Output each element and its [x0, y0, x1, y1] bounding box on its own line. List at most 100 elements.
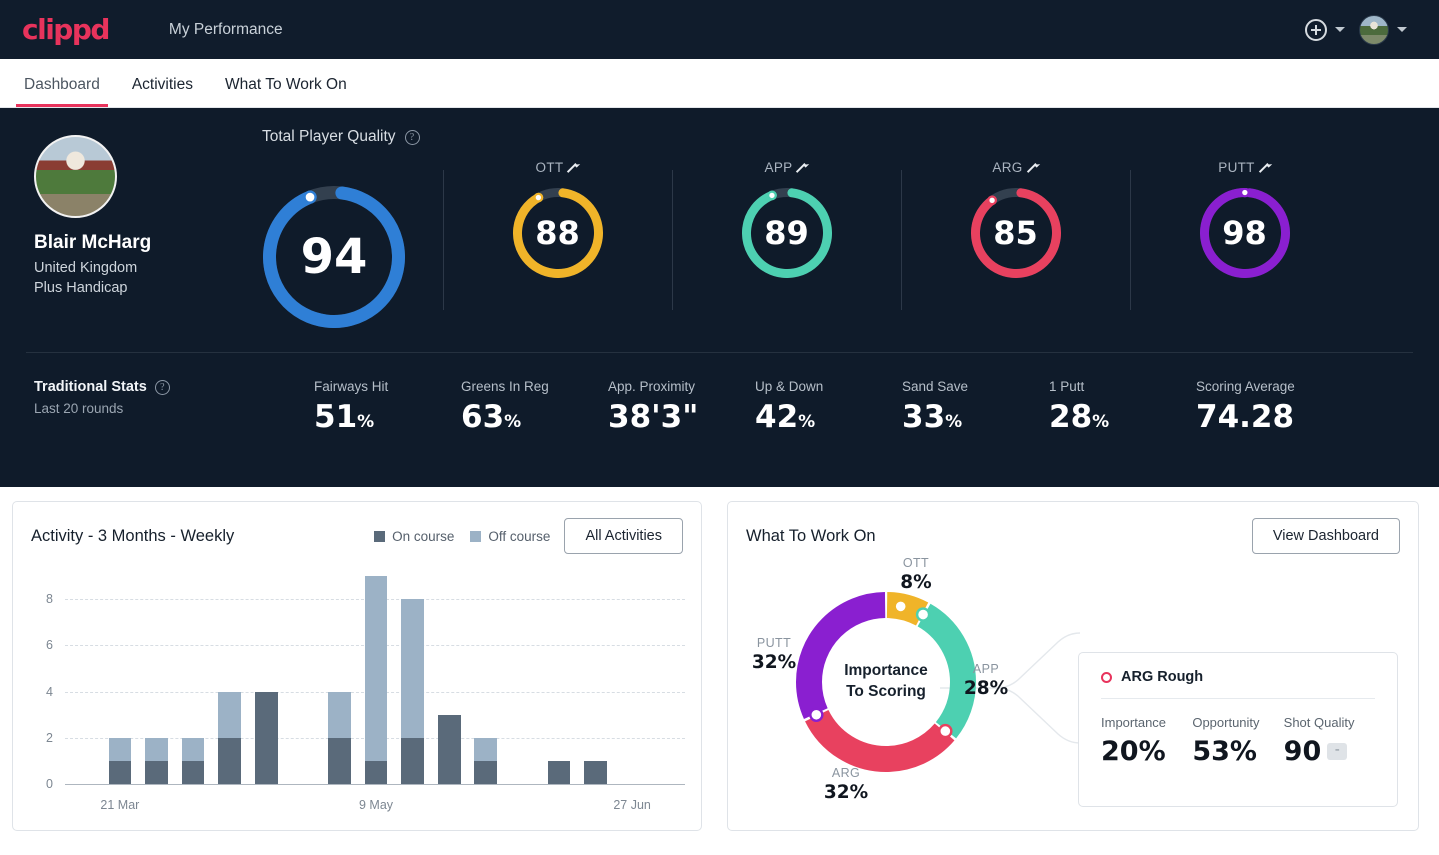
bar[interactable] — [364, 576, 388, 784]
info-card-title: ARG Rough — [1121, 669, 1204, 685]
quality-gauge: 94 — [263, 186, 405, 328]
quality-gauge: 98 — [1199, 188, 1290, 278]
donut-label-arg: ARG 32% — [806, 766, 886, 803]
bar[interactable] — [584, 760, 607, 784]
app-logo[interactable]: clippd — [22, 15, 110, 44]
y-axis-tick-label: 2 — [46, 730, 53, 745]
donut-boundary-marker — [893, 599, 908, 614]
gauge-arg[interactable]: ARG 85 — [901, 156, 1130, 310]
segment-label: APP — [972, 662, 1000, 676]
bar[interactable] — [218, 691, 241, 784]
info-stat-value: 53% — [1192, 738, 1283, 765]
info-stat-opportunity: Opportunity 53% — [1192, 715, 1283, 765]
gauge-app[interactable]: APP 89 — [672, 156, 901, 310]
info-stat-name: Shot Quality — [1283, 715, 1355, 730]
stat-fairways-hit: Fairways Hit 51% — [314, 379, 461, 433]
segment-value: 32% — [823, 782, 869, 803]
bar[interactable] — [108, 737, 132, 784]
stat-value: 42% — [755, 399, 816, 435]
bar-segment-off-course — [108, 737, 132, 761]
total-player-quality-header: Total Player Quality ? — [262, 128, 1439, 146]
bar-segment-off-course — [145, 737, 168, 761]
stat-value: 74.28 — [1196, 399, 1295, 435]
what-to-work-on-card: What To Work On View Dashboard Importanc… — [727, 501, 1419, 831]
focus-info-card[interactable]: ARG Rough Importance 20% Opportunity 53% Sho… — [1078, 652, 1398, 807]
bar-segment-off-course — [328, 691, 351, 738]
question-mark-icon[interactable]: ? — [154, 379, 170, 395]
gauge-putt[interactable]: PUTT 98 — [1130, 156, 1359, 310]
player-name: Blair McHarg — [34, 232, 152, 253]
y-axis-tick-label: 4 — [46, 684, 53, 699]
stat-app-proximity: App. Proximity 38'3" — [608, 379, 755, 433]
bar-segment-on-course — [437, 714, 461, 784]
x-axis-tick-label: 21 Mar — [100, 798, 140, 812]
bar-segment-off-course — [401, 599, 424, 738]
plus-circle-icon — [1305, 18, 1327, 41]
bar[interactable] — [328, 691, 351, 784]
bar[interactable] — [145, 737, 168, 784]
bar-segment-off-course — [218, 691, 241, 738]
bar-segment-on-course — [474, 760, 498, 784]
quality-gauge: 89 — [741, 188, 832, 278]
donut-boundary-marker — [938, 723, 953, 739]
segment-label: ARG — [831, 766, 861, 780]
trend-flat-badge: - — [1327, 743, 1348, 760]
tab-what-to-work-on[interactable]: What To Work On — [209, 76, 363, 107]
segment-label: PUTT — [756, 636, 792, 650]
bar[interactable] — [254, 691, 278, 784]
performance-hero: Blair McHarg United Kingdom Plus Handica… — [0, 108, 1439, 487]
bar-segment-on-course — [254, 691, 278, 784]
segment-value: 32% — [751, 652, 797, 673]
player-profile: Blair McHarg United Kingdom Plus Handica… — [0, 108, 225, 352]
gauge-label-text: PUTT — [1218, 160, 1255, 175]
traditional-stats-row: Traditional Stats ? Last 20 rounds Fairw… — [0, 353, 1439, 433]
stat-unit: % — [945, 412, 963, 432]
question-mark-icon[interactable]: ? — [404, 129, 420, 145]
info-stat-shot-quality: Shot Quality 90- — [1284, 715, 1375, 765]
player-handicap: Plus Handicap — [34, 280, 128, 296]
gauge-label: ARG — [992, 160, 1038, 175]
bar-segment-on-course — [145, 760, 168, 784]
trend-up-icon — [797, 162, 808, 173]
stat-unit: % — [798, 412, 816, 432]
wtwo-card-header: What To Work On View Dashboard — [728, 502, 1418, 554]
stat-name: Greens In Reg — [461, 379, 549, 394]
info-card-stats: Importance 20% Opportunity 53% Shot Quality 9… — [1101, 699, 1375, 765]
donut-label-ott: OTT 8% — [876, 556, 956, 593]
bar-segment-off-course — [181, 737, 205, 761]
info-stat-name: Importance — [1101, 715, 1167, 730]
gauge-ott[interactable]: OTT 88 — [443, 156, 672, 310]
gauge-total-player-quality[interactable]: 94 — [225, 156, 443, 328]
bar-segment-on-course — [328, 737, 351, 784]
bar[interactable] — [401, 599, 424, 784]
gauge-label: APP — [765, 160, 809, 175]
bar[interactable] — [181, 737, 205, 784]
tab-dashboard[interactable]: Dashboard — [8, 76, 116, 107]
trend-up-icon — [568, 162, 579, 173]
donut-label-putt: PUTT 32% — [734, 636, 814, 673]
segment-label: OTT — [902, 556, 930, 570]
tab-activities[interactable]: Activities — [116, 76, 209, 107]
avatar — [1359, 14, 1389, 45]
gauge-value: 98 — [1222, 214, 1267, 252]
user-menu-button[interactable] — [1359, 14, 1417, 45]
bar[interactable] — [437, 714, 461, 784]
traditional-stats-label: Traditional Stats ? Last 20 rounds — [34, 379, 314, 416]
bar[interactable] — [474, 737, 498, 784]
gauge-value: 94 — [300, 229, 368, 285]
top-bar-actions — [1305, 14, 1417, 45]
gauge-value: 88 — [535, 214, 580, 252]
view-dashboard-button[interactable]: View Dashboard — [1251, 518, 1400, 554]
legend-label: Off course — [488, 528, 551, 544]
quality-ring-row: 94 OTT 88 APP 89 ARG 85 PUTT 98 — [225, 156, 1439, 328]
info-stat-value: 20% — [1101, 738, 1192, 765]
all-activities-button[interactable]: All Activities — [564, 518, 683, 554]
donut-boundary-marker — [915, 607, 931, 622]
activity-bar-chart[interactable]: 0 2 4 6 8 21 Mar 9 May 27 Jun — [23, 576, 693, 816]
add-button[interactable] — [1305, 18, 1355, 41]
info-card-header: ARG Rough — [1101, 669, 1375, 699]
app-title: My Performance — [168, 20, 283, 38]
bar[interactable] — [547, 760, 571, 784]
y-axis-tick-label: 8 — [46, 592, 53, 607]
traditional-stats-subtitle: Last 20 rounds — [34, 401, 124, 416]
